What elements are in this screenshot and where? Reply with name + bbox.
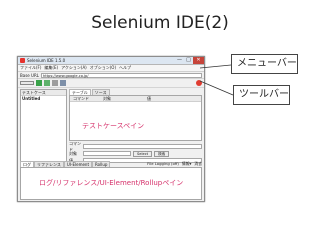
- testcase-pane-annotation: テストケースペイン: [82, 122, 145, 130]
- base-url-input[interactable]: https://www.google.co.jp/: [40, 72, 202, 78]
- selenium-app-icon: [20, 58, 25, 63]
- command-input[interactable]: [83, 144, 202, 149]
- toolbar: [18, 79, 204, 88]
- selenium-ide-window: Selenium IDE 1.5.0 — □ ✕ ファイル(F) 編集(E) ア…: [17, 56, 205, 202]
- command-table-header: コマンド 対象 値: [70, 96, 201, 102]
- pause-icon[interactable]: [52, 80, 58, 86]
- speed-slider[interactable]: [20, 81, 34, 85]
- testcase-item[interactable]: Untitled: [21, 96, 66, 102]
- play-suite-icon[interactable]: [36, 80, 42, 86]
- window-titlebar: Selenium IDE 1.5.0 — □ ✕: [18, 56, 204, 65]
- menubar: ファイル(F) 編集(E) アクション(A) オプション(O) ヘルプ: [18, 65, 204, 72]
- step-icon[interactable]: [60, 80, 66, 86]
- base-url-label: Base URL: [20, 72, 39, 78]
- select-button[interactable]: Select: [133, 150, 153, 157]
- menu-options[interactable]: オプション(O): [90, 65, 116, 71]
- menubar-callout: メニューバー: [231, 54, 298, 74]
- slide-title: Selenium IDE(2): [91, 13, 229, 33]
- record-icon[interactable]: [196, 80, 202, 86]
- log-pane-annotation: ログ/リファレンス/UI-Element/Rollupペイン: [39, 179, 184, 187]
- minimize-button[interactable]: —: [175, 57, 184, 64]
- find-button[interactable]: 検索: [154, 150, 170, 157]
- target-input[interactable]: [83, 151, 131, 156]
- menu-actions[interactable]: アクション(A): [61, 65, 87, 71]
- column-value[interactable]: 値: [144, 96, 201, 101]
- menu-file[interactable]: ファイル(F): [20, 65, 41, 71]
- base-url-bar: Base URL https://www.google.co.jp/: [18, 72, 204, 79]
- column-target[interactable]: 対象: [100, 96, 144, 101]
- target-label: 対象: [69, 150, 77, 156]
- window-title: Selenium IDE 1.5.0: [27, 58, 66, 63]
- column-command[interactable]: コマンド: [70, 96, 100, 101]
- toolbar-callout: ツールバー: [233, 85, 290, 105]
- maximize-button[interactable]: □: [184, 57, 193, 64]
- menu-help[interactable]: ヘルプ: [119, 65, 131, 71]
- command-table: コマンド 対象 値 テストケースペイン: [69, 95, 202, 141]
- close-button[interactable]: ✕: [193, 56, 204, 64]
- bottom-pane: ログ リファレンス UI-Element Rollup File Logging…: [20, 161, 202, 200]
- play-test-icon[interactable]: [44, 80, 50, 86]
- log-area: ログ/リファレンス/UI-Element/Rollupペイン: [20, 167, 202, 200]
- menu-edit[interactable]: 編集(E): [44, 65, 58, 71]
